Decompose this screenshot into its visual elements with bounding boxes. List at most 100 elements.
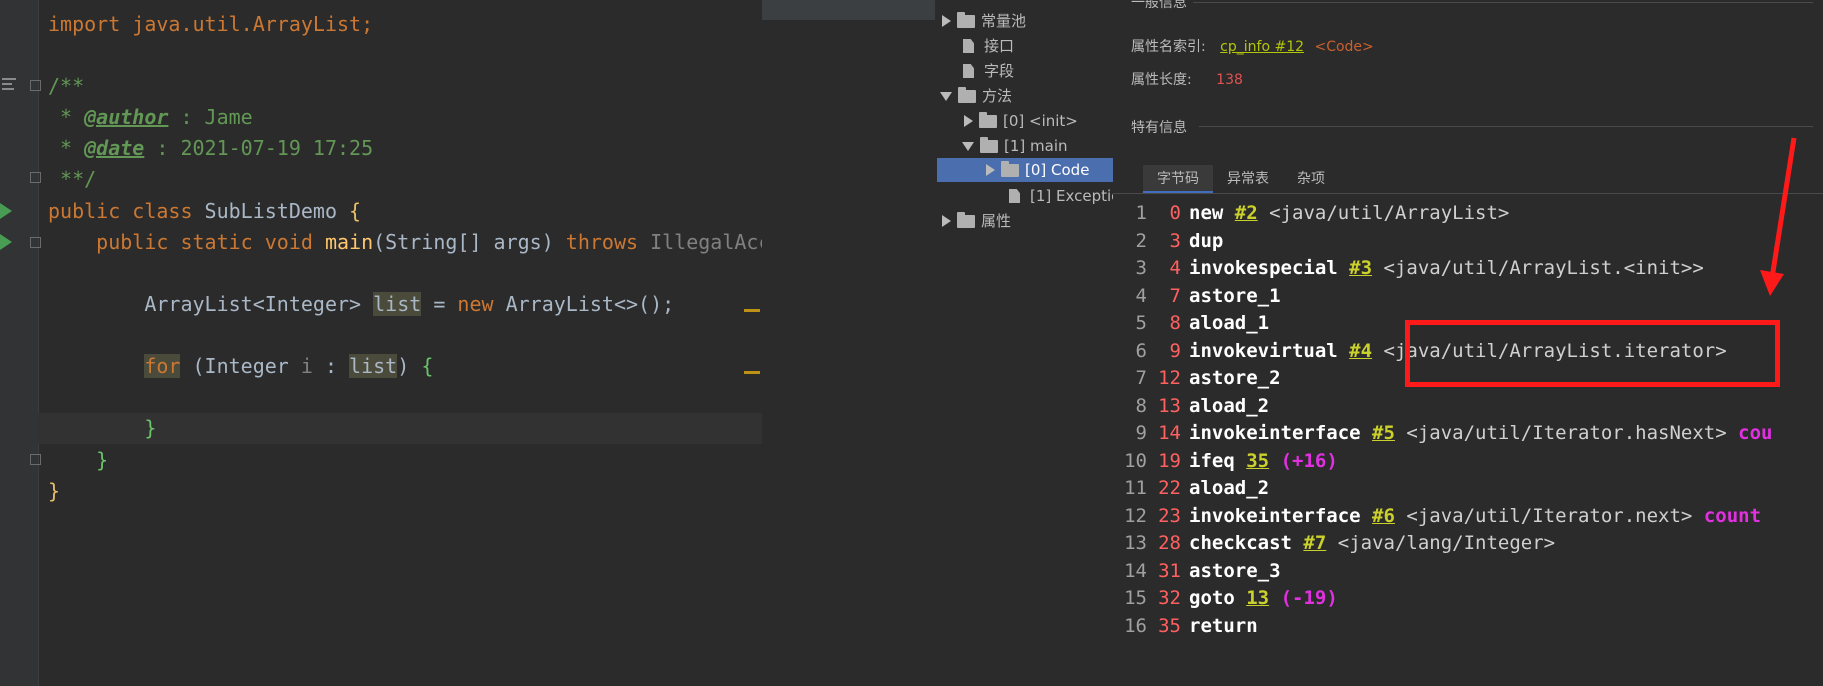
bytecode-opcode: astore_2 (1189, 367, 1281, 389)
tree-item-methods[interactable]: 方法 (940, 84, 1012, 108)
doc-render-icon[interactable] (2, 78, 16, 90)
warning-marker[interactable] (744, 309, 760, 312)
fold-icon[interactable] (30, 172, 41, 183)
run-method-icon[interactable] (0, 234, 12, 250)
tree-item-interfaces[interactable]: 接口 (963, 34, 1014, 58)
bytecode-row: 10 19 ifeq 35 (+16) (1117, 448, 1338, 475)
tree-item-constant-pool[interactable]: 常量池 (942, 9, 1026, 33)
detail-tabs: 字节码 异常表 杂项 (1143, 165, 1339, 193)
bytecode-line-number: 11 (1124, 477, 1147, 499)
tab-misc[interactable]: 杂项 (1283, 165, 1339, 193)
bytecode-line-number: 6 (1135, 339, 1147, 362)
method-params: (String[] args) (373, 230, 566, 254)
doc-prefix: * (48, 105, 85, 129)
tree-item-main[interactable]: [1] main (962, 134, 1068, 158)
class-structure-tree[interactable]: 常量池 接口 字段 方法 [0] <init> [1] main [0] Cod… (936, 0, 1119, 686)
tab-underline (1113, 193, 1823, 194)
code-line-list-decl: ArrayList<Integer> list = new ArrayList<… (48, 289, 674, 320)
chevron-right-icon[interactable] (942, 215, 951, 227)
bytecode-row: 2 3 dup (1117, 228, 1224, 255)
bytecode-offset: 13 (1158, 394, 1181, 417)
tree-item-label: [1] main (1004, 137, 1068, 155)
bytecode-extra: (-19) (1280, 587, 1338, 609)
tree-item-init[interactable]: [0] <init> (964, 109, 1078, 133)
bytecode-offset: 4 (1169, 257, 1181, 279)
chevron-right-icon[interactable] (986, 164, 995, 176)
bytecode-row: 4 7 astore_1 (1117, 283, 1281, 310)
tab-bytecode[interactable]: 字节码 (1143, 165, 1213, 193)
code-editor[interactable]: import java.util.ArrayList; /** * @autho… (0, 0, 762, 686)
run-class-icon[interactable] (0, 203, 12, 219)
warning-marker[interactable] (744, 371, 760, 374)
red-arrow-annotation (1760, 137, 1797, 296)
tree-item-label: 字段 (984, 62, 1015, 80)
fold-icon[interactable] (30, 454, 41, 465)
bytecode-ref-link[interactable]: #4 (1349, 340, 1372, 362)
bytecode-comment: <java/util/Iterator.next> (1406, 504, 1693, 527)
bytecode-line-number: 12 (1124, 504, 1147, 527)
doc-close: **/ (48, 167, 97, 191)
list-type: ArrayList<Integer> (48, 292, 374, 316)
name-index-link[interactable]: cp_info #12 (1220, 39, 1304, 55)
bytecode-ref-link[interactable]: #2 (1235, 202, 1258, 224)
bytecode-list[interactable]: 1 0 new #2 <java/util/ArrayList> 2 3 dup 3 4 inv… (1113, 200, 1823, 640)
bytecode-comment: <java/util/ArrayList> (1269, 202, 1510, 224)
bytecode-offset: 12 (1158, 367, 1181, 389)
bytecode-ref-link[interactable]: #6 (1372, 505, 1395, 527)
bytecode-ref-link[interactable]: #5 (1372, 422, 1395, 444)
folder-icon (957, 211, 975, 228)
class-keyword: public class (48, 199, 205, 223)
bytecode-opcode: aload_2 (1189, 477, 1270, 499)
length-label: 属性长度: (1131, 72, 1192, 88)
bytecode-opcode: invokevirtual (1189, 339, 1338, 362)
bytecode-offset: 19 (1158, 449, 1181, 472)
bytecode-offset: 32 (1158, 587, 1181, 609)
file-icon (963, 39, 974, 53)
chevron-right-icon[interactable] (942, 15, 951, 27)
chevron-down-icon[interactable] (962, 141, 974, 151)
tab-exception-table[interactable]: 异常表 (1213, 165, 1283, 193)
author-value: : Jame (168, 105, 253, 129)
code-line-import: import java.util.ArrayList; (48, 9, 373, 40)
tree-item-attributes[interactable]: 属性 (942, 209, 1011, 233)
tree-item-label: [0] <init> (1003, 112, 1078, 130)
bytecode-line-number: 8 (1135, 394, 1147, 417)
fold-icon[interactable] (30, 237, 41, 248)
bytecode-opcode: aload_2 (1189, 394, 1270, 417)
code-line-class: public class SubListDemo { (48, 196, 361, 227)
assign-op: = (421, 292, 458, 316)
code-line-doc-close: **/ (48, 164, 96, 195)
bytecode-opcode: invokeinterface (1189, 504, 1361, 527)
top-strip (762, 0, 935, 20)
bytecode-offset: 28 (1158, 532, 1181, 554)
folder-icon (957, 11, 975, 28)
tree-item-code[interactable]: [0] Code (986, 158, 1089, 182)
bytecode-opcode: dup (1189, 229, 1224, 252)
tree-item-exceptions[interactable]: [1] Exceptic (1009, 184, 1119, 208)
arrow-head (1760, 270, 1784, 296)
for-keyword: for (144, 354, 181, 378)
bytecode-line-number: 4 (1135, 284, 1147, 307)
code-line-method-end: } (48, 445, 108, 476)
bytecode-ref-link[interactable]: 35 (1246, 450, 1269, 472)
bytecode-line-number: 15 (1124, 587, 1147, 609)
code-line-doc-open: /** (48, 71, 84, 102)
chevron-right-icon[interactable] (964, 115, 973, 127)
bytecode-ref-link[interactable]: #7 (1303, 532, 1326, 554)
bytecode-ref-link[interactable]: 13 (1246, 587, 1269, 609)
bytecode-opcode: goto (1189, 587, 1235, 609)
chevron-down-icon[interactable] (940, 91, 952, 101)
bytecode-row: 5 8 aload_1 (1117, 310, 1270, 337)
bytecode-ref-link[interactable]: #3 (1349, 257, 1372, 279)
method-end-brace: } (48, 448, 109, 472)
code-line-for: for (Integer i : list) { (48, 351, 433, 382)
code-line-class-end: } (48, 476, 60, 507)
bytecode-opcode: astore_1 (1189, 284, 1281, 307)
tree-item-fields[interactable]: 字段 (963, 59, 1014, 83)
folder-icon (979, 111, 997, 128)
fold-icon[interactable] (30, 80, 41, 91)
tree-item-label: 方法 (982, 87, 1013, 105)
bytecode-offset: 8 (1169, 312, 1181, 334)
editor-gutter (0, 0, 39, 686)
loop-variable: i (300, 354, 313, 378)
